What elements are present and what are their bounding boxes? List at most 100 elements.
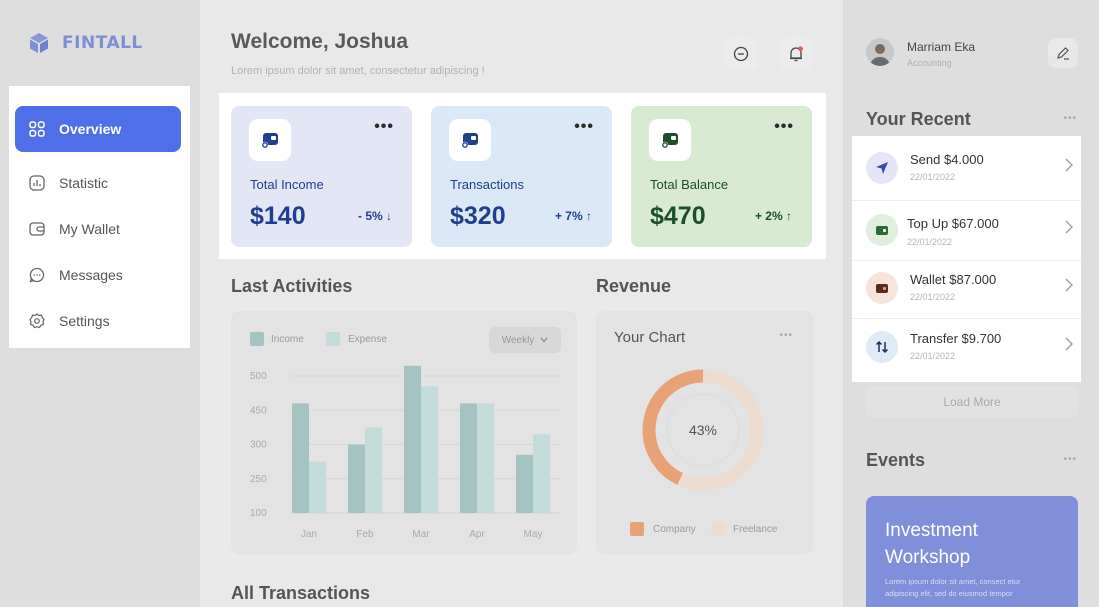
recent-item-top-up[interactable]: Top Up $67.000 22/01/2022 [852,201,1081,259]
y-tick-label: 500 [250,371,267,382]
stat-cards: ••• Total Income $140 - 5% ↓ ••• Transac… [219,93,826,259]
brand-logo[interactable]: FINTALL [28,32,143,54]
avatar[interactable] [866,38,894,66]
recent-item-transfer[interactable]: Transfer $9.700 22/01/2022 [852,318,1081,376]
recent-item-wallet[interactable]: Wallet $87.000 22/01/2022 [852,259,1081,317]
card-change: + 2% ↑ [754,209,792,223]
chevron-right-icon [1065,337,1073,351]
activities-bar-chart: 500 450 300 250 100 Jan Feb Mar Apr May [250,365,561,540]
event-title-line: Workshop [885,547,971,568]
wallet-icon [261,133,278,149]
card-label: Total Balance [650,177,729,192]
notifications-button[interactable] [780,38,812,70]
card-label: Transactions [450,177,524,192]
bar-income[interactable] [460,403,477,513]
chevron-right-icon [1065,220,1073,234]
sidebar-nav: Overview Statistic My Wallet Messages Se… [9,86,190,348]
pencil-icon [1057,47,1069,60]
legend-freelance-label: Freelance [733,524,778,535]
sidebar-item-label: Settings [59,313,110,329]
y-tick-label: 100 [250,508,267,519]
sidebar-item-overview[interactable]: Overview [15,106,181,152]
sidebar-item-label: My Wallet [59,221,120,237]
card-label: Total Income [250,177,324,192]
load-more-button[interactable]: Load More [866,386,1078,418]
sidebar: FINTALL Overview Statistic My Wallet Mes… [0,0,200,607]
x-tick-label: May [524,529,543,540]
recent-icon-wrap [866,272,898,304]
events-more-button[interactable]: ••• [1063,454,1077,465]
card-badge [649,119,691,161]
bar-expense[interactable] [365,427,382,513]
bar-expense[interactable] [477,403,494,513]
bar-expense[interactable] [309,461,326,513]
recent-item-date: 22/01/2022 [910,172,956,182]
grid-icon [29,121,45,137]
wallet-icon [876,226,888,235]
recent-item-date: 22/01/2022 [907,237,953,247]
card-more-button[interactable]: ••• [374,118,394,136]
bell-icon [790,46,803,62]
edit-profile-button[interactable] [1048,38,1078,68]
wallet-icon [661,133,678,149]
bar-income[interactable] [404,365,421,513]
x-tick-label: Jan [301,529,317,540]
wallet-icon [29,222,45,236]
card-amount: $470 [650,202,706,230]
recent-item-title: Transfer $9.700 [910,331,1002,346]
chat-icon [733,46,749,62]
page-title: Welcome, Joshua [231,30,409,53]
sidebar-item-label: Overview [59,121,122,137]
card-badge [249,119,291,161]
recent-item-send[interactable]: Send $4.000 22/01/2022 [852,139,1081,197]
card-more-button[interactable]: ••• [574,118,594,136]
sidebar-item-label: Messages [59,267,123,283]
recent-icon-wrap [866,214,898,246]
recent-icon-wrap [866,331,898,363]
bar-income[interactable] [516,454,533,513]
donut-percent-label: 43% [689,422,717,438]
bar-income[interactable] [348,444,365,514]
bar-income[interactable] [292,403,309,513]
bar-expense[interactable] [533,434,550,513]
recent-more-button[interactable]: ••• [1063,113,1077,124]
y-tick-label: 250 [250,474,267,485]
card-amount: $140 [250,202,306,230]
send-icon [876,162,888,174]
user-icon [870,44,890,66]
card-transactions[interactable]: ••• Transactions $320 + 7% ↑ [431,106,612,247]
user-role: Accounting [907,58,952,68]
recent-icon-wrap [866,152,898,184]
event-title: Investment Workshop [885,517,978,571]
chevron-right-icon [1065,158,1073,172]
legend-company-swatch [630,522,644,536]
recent-title: Your Recent [866,109,971,129]
activities-title: Last Activities [231,276,353,296]
card-more-button[interactable]: ••• [774,118,794,136]
x-tick-label: Mar [412,529,430,540]
card-total-income[interactable]: ••• Total Income $140 - 5% ↓ [231,106,412,247]
event-card[interactable]: Investment Workshop Lorem ipsum dolor si… [866,496,1078,607]
recent-item-title: Send $4.000 [910,152,984,167]
card-amount: $320 [450,202,506,230]
bar-expense[interactable] [421,386,438,513]
transactions-title: All Transactions [231,583,371,603]
activities-panel: Income Expense Weekly 500 450 300 250 100 Jan… [231,311,577,554]
sidebar-item-label: Statistic [59,175,109,191]
revenue-panel: Your Chart ••• 43% Company Freelance [596,311,813,554]
events-title: Events [866,450,926,470]
sidebar-item-statistic[interactable]: Statistic [15,160,181,206]
legend-freelance-swatch [711,522,725,536]
recent-list: Send $4.000 22/01/2022 Top Up $67.000 22… [852,136,1081,382]
messages-button[interactable] [725,38,757,70]
card-change: + 7% ↑ [554,209,592,223]
card-total-balance[interactable]: ••• Total Balance $470 + 2% ↑ [631,106,812,247]
brand-name: FINTALL [62,33,143,53]
sidebar-item-messages[interactable]: Messages [15,252,181,298]
wallet-icon [461,133,478,149]
y-tick-label: 450 [250,405,267,416]
chat-icon [29,267,45,283]
sidebar-item-settings[interactable]: Settings [15,298,181,344]
sidebar-item-my-wallet[interactable]: My Wallet [15,206,181,252]
event-description-line: Lorem ipsum dolor sit amet, consect etur [885,577,1021,586]
